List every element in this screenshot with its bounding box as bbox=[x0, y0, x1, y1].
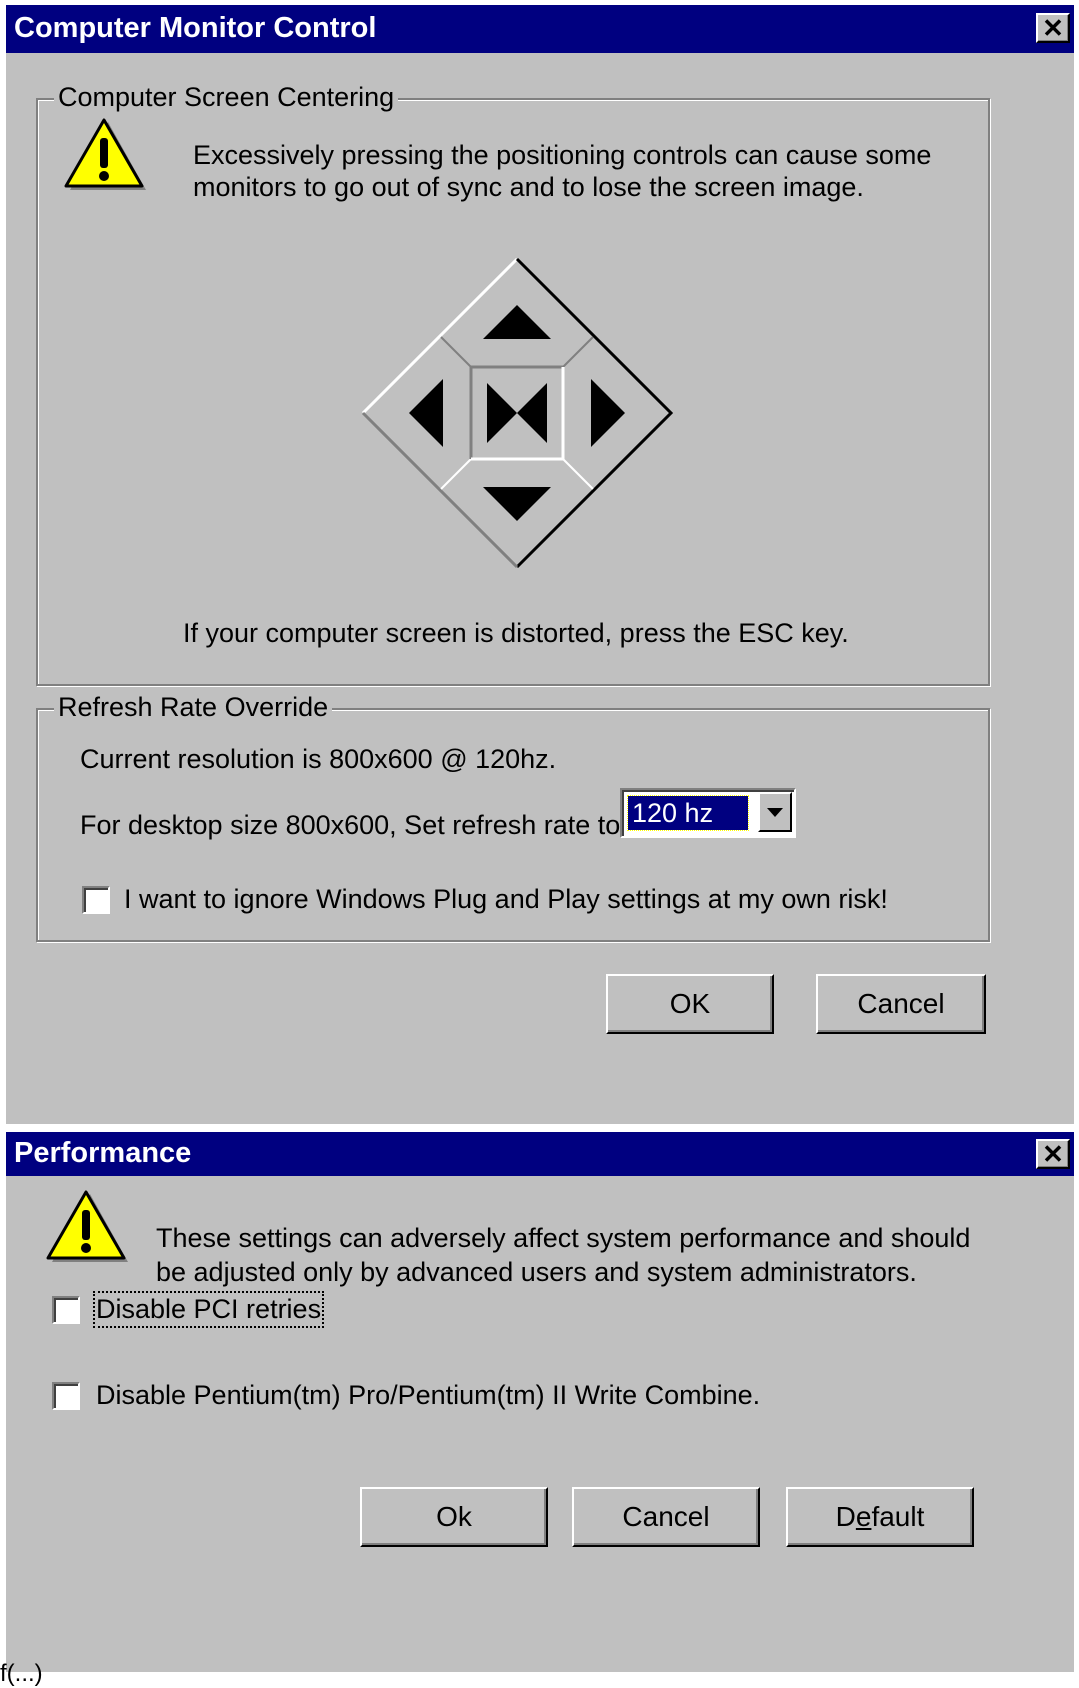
center-button[interactable] bbox=[469, 365, 565, 461]
refresh-rate-legend: Refresh Rate Override bbox=[54, 692, 333, 723]
title-bar: Performance ✕ bbox=[6, 1132, 1074, 1176]
ignore-pnp-checkbox[interactable] bbox=[82, 886, 110, 914]
close-icon: ✕ bbox=[1042, 13, 1064, 43]
refresh-rate-value: 120 hz bbox=[627, 795, 749, 831]
set-refresh-rate-label: For desktop size 800x600, Set refresh ra… bbox=[80, 810, 621, 840]
close-button[interactable]: ✕ bbox=[1036, 13, 1070, 43]
cancel-button-label: Cancel bbox=[622, 1501, 710, 1532]
cropped-footer-text: f(...) bbox=[0, 1660, 43, 1687]
performance-warning-line1: These settings can adversely affect syst… bbox=[156, 1223, 971, 1253]
default-label-mnemonic: e bbox=[855, 1501, 872, 1532]
disable-pci-retries-label[interactable]: Disable PCI retries bbox=[92, 1291, 325, 1328]
dropdown-arrow-button[interactable] bbox=[758, 792, 792, 832]
refresh-rate-select[interactable]: 120 hz bbox=[620, 788, 796, 838]
current-resolution-text: Current resolution is 800x600 @ 120hz. bbox=[80, 744, 557, 774]
disable-pci-retries-checkbox[interactable] bbox=[52, 1296, 80, 1324]
position-control-pad bbox=[361, 257, 673, 569]
default-label-post: fault bbox=[871, 1501, 925, 1532]
ignore-pnp-label: I want to ignore Windows Plug and Play s… bbox=[124, 884, 888, 914]
cancel-button[interactable]: Cancel bbox=[572, 1487, 760, 1547]
ok-button-label: Ok bbox=[436, 1501, 472, 1532]
default-button[interactable]: Default bbox=[786, 1487, 974, 1547]
esc-hint: If your computer screen is distorted, pr… bbox=[183, 618, 849, 648]
performance-warning-line2: be adjusted only by advanced users and s… bbox=[156, 1257, 917, 1287]
disable-write-combine-label: Disable Pentium(tm) Pro/Pentium(tm) II W… bbox=[96, 1380, 761, 1410]
title-bar: Computer Monitor Control ✕ bbox=[6, 5, 1074, 53]
ok-button-label: OK bbox=[669, 988, 711, 1019]
default-button-label: Default bbox=[836, 1501, 925, 1533]
cancel-button-label: Cancel bbox=[857, 988, 945, 1019]
dialog-title: Computer Monitor Control bbox=[14, 12, 377, 44]
chevron-down-icon bbox=[767, 808, 783, 817]
centering-warning-line2: monitors to go out of sync and to lose t… bbox=[193, 172, 864, 202]
ok-button[interactable]: Ok bbox=[360, 1487, 548, 1547]
refresh-rate-group: Refresh Rate Override Current resolution… bbox=[36, 692, 990, 942]
close-icon: ✕ bbox=[1042, 1139, 1064, 1169]
disable-write-combine-checkbox[interactable] bbox=[52, 1382, 80, 1410]
warning-icon bbox=[46, 1190, 128, 1262]
screen-centering-legend: Computer Screen Centering bbox=[54, 82, 399, 113]
warning-icon bbox=[64, 118, 146, 190]
centering-warning-line1: Excessively pressing the positioning con… bbox=[193, 140, 932, 170]
cancel-button[interactable]: Cancel bbox=[816, 974, 986, 1034]
ok-button[interactable]: OK bbox=[606, 974, 774, 1034]
computer-monitor-control-dialog: Computer Monitor Control ✕ Computer Scre… bbox=[6, 5, 1074, 1124]
default-label-pre: D bbox=[835, 1501, 856, 1532]
close-button[interactable]: ✕ bbox=[1036, 1139, 1070, 1169]
dialog-title: Performance bbox=[14, 1137, 192, 1169]
performance-dialog: Performance ✕ These settings can adverse… bbox=[6, 1132, 1074, 1672]
